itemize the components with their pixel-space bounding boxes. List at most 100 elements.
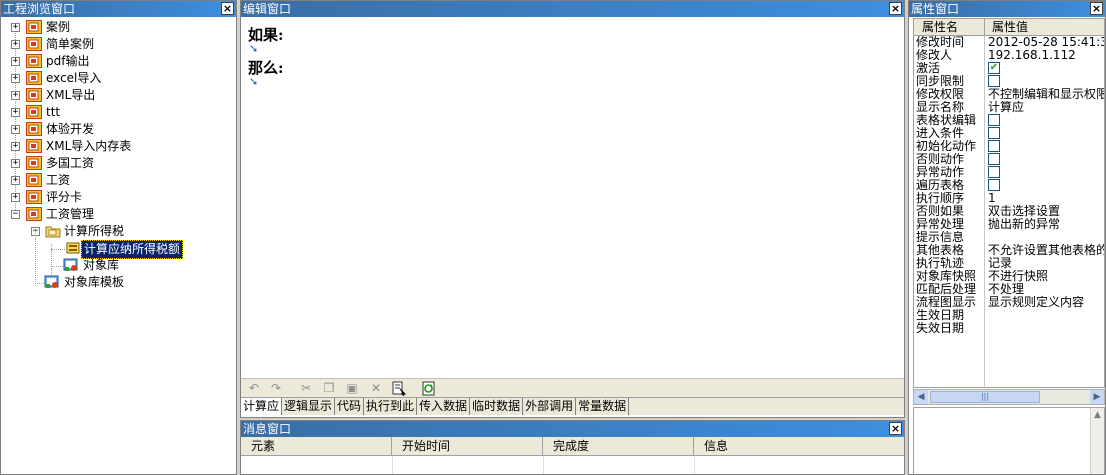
expand-icon[interactable]: + <box>11 159 20 168</box>
tree-node-label[interactable]: 体验开发 <box>44 121 96 138</box>
checkbox[interactable] <box>988 75 1000 87</box>
tree-node-label[interactable]: 评分卡 <box>44 189 84 206</box>
tree-node[interactable]: + pdf输出 <box>1 53 236 70</box>
property-value[interactable]: 2012-05-28 15:41:33 <box>988 36 1104 49</box>
property-row[interactable]: 表格状编辑 <box>914 114 1104 127</box>
property-value-checkbox[interactable] <box>988 127 1104 140</box>
property-value[interactable]: 192.168.1.112 <box>988 49 1104 62</box>
editor-tab[interactable]: 临时数据 <box>470 398 524 415</box>
tree-node[interactable]: + 体验开发 <box>1 121 236 138</box>
property-close-button[interactable]: × <box>1090 2 1103 15</box>
property-row[interactable]: 遍历表格 <box>914 179 1104 192</box>
tree-node[interactable]: + XML导出 <box>1 87 236 104</box>
description-scrollbar[interactable]: ▲ <box>1090 408 1104 474</box>
checkbox[interactable] <box>988 179 1000 191</box>
editor-close-button[interactable]: × <box>889 2 902 15</box>
property-value[interactable]: 显示规则定义内容 <box>988 296 1104 309</box>
tree-node[interactable]: + XML导入内存表 <box>1 138 236 155</box>
tree-node-rule[interactable]: 计算应纳所得税额 <box>1 240 236 259</box>
property-row[interactable]: 修改权限 不控制编辑和显示权限 <box>914 88 1104 101</box>
property-value-checkbox[interactable] <box>988 75 1104 88</box>
property-value[interactable]: 记录 <box>988 257 1104 270</box>
editor-tab[interactable]: 执行到此 <box>364 398 418 415</box>
column-progress[interactable]: 完成度 <box>543 437 694 456</box>
expand-icon[interactable]: + <box>11 40 20 49</box>
expand-icon[interactable]: + <box>11 108 20 117</box>
expand-icon[interactable]: + <box>11 193 20 202</box>
tree-node-label[interactable]: 案例 <box>44 19 72 36</box>
tree-node-folder[interactable]: − 计算所得税 <box>1 223 236 240</box>
tree-node-label[interactable]: ttt <box>44 104 62 121</box>
property-value-checkbox[interactable] <box>988 114 1104 127</box>
tree-node-label[interactable]: 工资管理 <box>44 206 96 223</box>
redo-icon[interactable]: ↷ <box>268 381 284 396</box>
editor-tab[interactable]: 代码 <box>335 398 365 415</box>
tree-node[interactable]: + 简单案例 <box>1 36 236 53</box>
property-row[interactable]: 匹配后处理 不处理 <box>914 283 1104 296</box>
tree-node-label[interactable]: XML导出 <box>44 87 97 104</box>
tree-node-label[interactable]: 对象库 <box>81 257 121 274</box>
expand-icon[interactable]: + <box>11 142 20 151</box>
editor-tab[interactable]: 常量数据 <box>576 398 630 415</box>
expand-icon[interactable]: + <box>11 57 20 66</box>
property-row[interactable]: 提示信息 <box>914 231 1104 244</box>
property-row[interactable]: 修改时间 2012-05-28 15:41:33 <box>914 36 1104 49</box>
property-value[interactable]: 不进行快照 <box>988 270 1104 283</box>
expand-icon[interactable]: + <box>11 23 20 32</box>
property-value[interactable]: 不处理 <box>988 283 1104 296</box>
tree-node-label[interactable]: XML导入内存表 <box>44 138 133 155</box>
checkbox[interactable] <box>988 127 1000 139</box>
property-row[interactable]: 进入条件 <box>914 127 1104 140</box>
tree-node[interactable]: + 评分卡 <box>1 189 236 206</box>
property-value-checkbox[interactable] <box>988 153 1104 166</box>
expand-icon[interactable]: + <box>11 74 20 83</box>
scroll-up-icon[interactable]: ▲ <box>1091 408 1104 422</box>
tree-node-label[interactable]: 对象库模板 <box>62 274 126 291</box>
property-value-checkbox[interactable] <box>988 140 1104 153</box>
project-browser-close-button[interactable]: × <box>221 2 234 15</box>
header-property-name[interactable]: 属性名 <box>922 19 958 36</box>
property-row[interactable]: 否则动作 <box>914 153 1104 166</box>
tree-node[interactable]: + 工资 <box>1 172 236 189</box>
copy-icon[interactable]: ❐ <box>321 381 337 396</box>
property-row[interactable]: 否则如果 双击选择设置 <box>914 205 1104 218</box>
tree-node[interactable]: + 案例 <box>1 19 236 36</box>
checkbox[interactable] <box>988 166 1000 178</box>
property-row[interactable]: 执行顺序 1 <box>914 192 1104 205</box>
document-select-icon[interactable] <box>391 381 407 397</box>
expand-icon[interactable]: + <box>11 91 20 100</box>
tree-node[interactable]: − 工资管理 <box>1 206 236 223</box>
editor-tab[interactable]: 逻辑显示 <box>282 398 336 415</box>
message-close-button[interactable]: × <box>889 422 902 435</box>
property-row[interactable]: 其他表格 不允许设置其他表格的 <box>914 244 1104 257</box>
column-start-time[interactable]: 开始时间 <box>392 437 543 456</box>
cut-icon[interactable]: ✂ <box>298 381 314 396</box>
checkbox[interactable] <box>988 140 1000 152</box>
if-add-arrow-icon[interactable]: ➘ <box>249 42 258 55</box>
property-row[interactable]: 生效日期 <box>914 309 1104 322</box>
property-value[interactable]: 1 <box>988 192 1104 205</box>
tree-node-object-template[interactable]: 对象库模板 <box>1 274 236 291</box>
scroll-right-icon[interactable]: ▶ <box>1090 390 1104 404</box>
property-row[interactable]: 修改人 192.168.1.112 <box>914 49 1104 62</box>
property-value[interactable]: 双击选择设置 <box>988 205 1104 218</box>
property-value-checkbox[interactable] <box>988 179 1104 192</box>
paste-icon[interactable]: ▣ <box>344 381 360 396</box>
then-add-arrow-icon[interactable]: ➘ <box>249 75 258 88</box>
property-value[interactable]: 不控制编辑和显示权限 <box>988 88 1104 101</box>
tree-node-label[interactable]: 简单案例 <box>44 36 96 53</box>
property-horizontal-scrollbar[interactable]: ◀ ||| ▶ <box>913 389 1105 405</box>
expand-icon[interactable]: + <box>11 176 20 185</box>
property-value[interactable]: 计算应 <box>988 101 1104 114</box>
property-row[interactable]: 异常动作 <box>914 166 1104 179</box>
editor-tab[interactable]: 计算应 <box>241 398 283 415</box>
property-row[interactable]: 流程图显示 显示规则定义内容 <box>914 296 1104 309</box>
property-row[interactable]: 异常处理 抛出新的异常 <box>914 218 1104 231</box>
property-row[interactable]: 失效日期 <box>914 322 1104 335</box>
property-row[interactable]: 激活 ✔ <box>914 62 1104 75</box>
expand-icon[interactable]: + <box>11 125 20 134</box>
undo-icon[interactable]: ↶ <box>246 381 262 396</box>
collapse-icon[interactable]: − <box>11 210 20 219</box>
tree-node[interactable]: + 多国工资 <box>1 155 236 172</box>
property-row[interactable]: 执行轨迹 记录 <box>914 257 1104 270</box>
